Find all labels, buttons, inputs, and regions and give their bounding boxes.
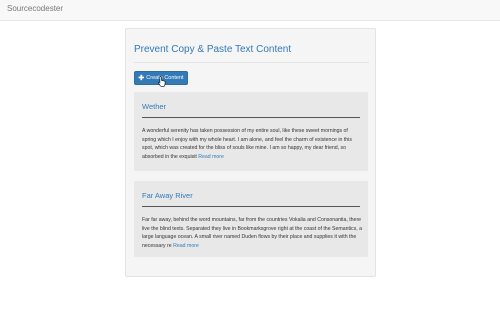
title-divider — [134, 62, 369, 63]
read-more-link[interactable]: Read more — [173, 243, 199, 249]
card-text: A wonderful serenity has taken possessio… — [142, 127, 362, 161]
card-divider — [142, 117, 360, 118]
content-card: Far Away River Far far away, behind the … — [134, 181, 368, 257]
page-title: Prevent Copy & Paste Text Content — [134, 44, 292, 55]
read-more-link[interactable]: Read more — [198, 154, 224, 160]
plus-icon: ✚ — [138, 74, 145, 82]
hand-cursor-icon — [158, 76, 166, 87]
card-title: Far Away River — [142, 191, 193, 200]
card-body: A wonderful serenity has taken possessio… — [142, 128, 352, 160]
card-divider — [142, 206, 360, 207]
navbar-brand[interactable]: Sourcecodester — [7, 4, 63, 13]
card-text: Far far away, behind the word mountains,… — [142, 216, 362, 250]
content-panel: Prevent Copy & Paste Text Content ✚ Crea… — [125, 28, 376, 277]
navbar: Sourcecodester — [0, 0, 500, 21]
content-card: Wether A wonderful serenity has taken po… — [134, 92, 368, 171]
card-title: Wether — [142, 102, 167, 111]
